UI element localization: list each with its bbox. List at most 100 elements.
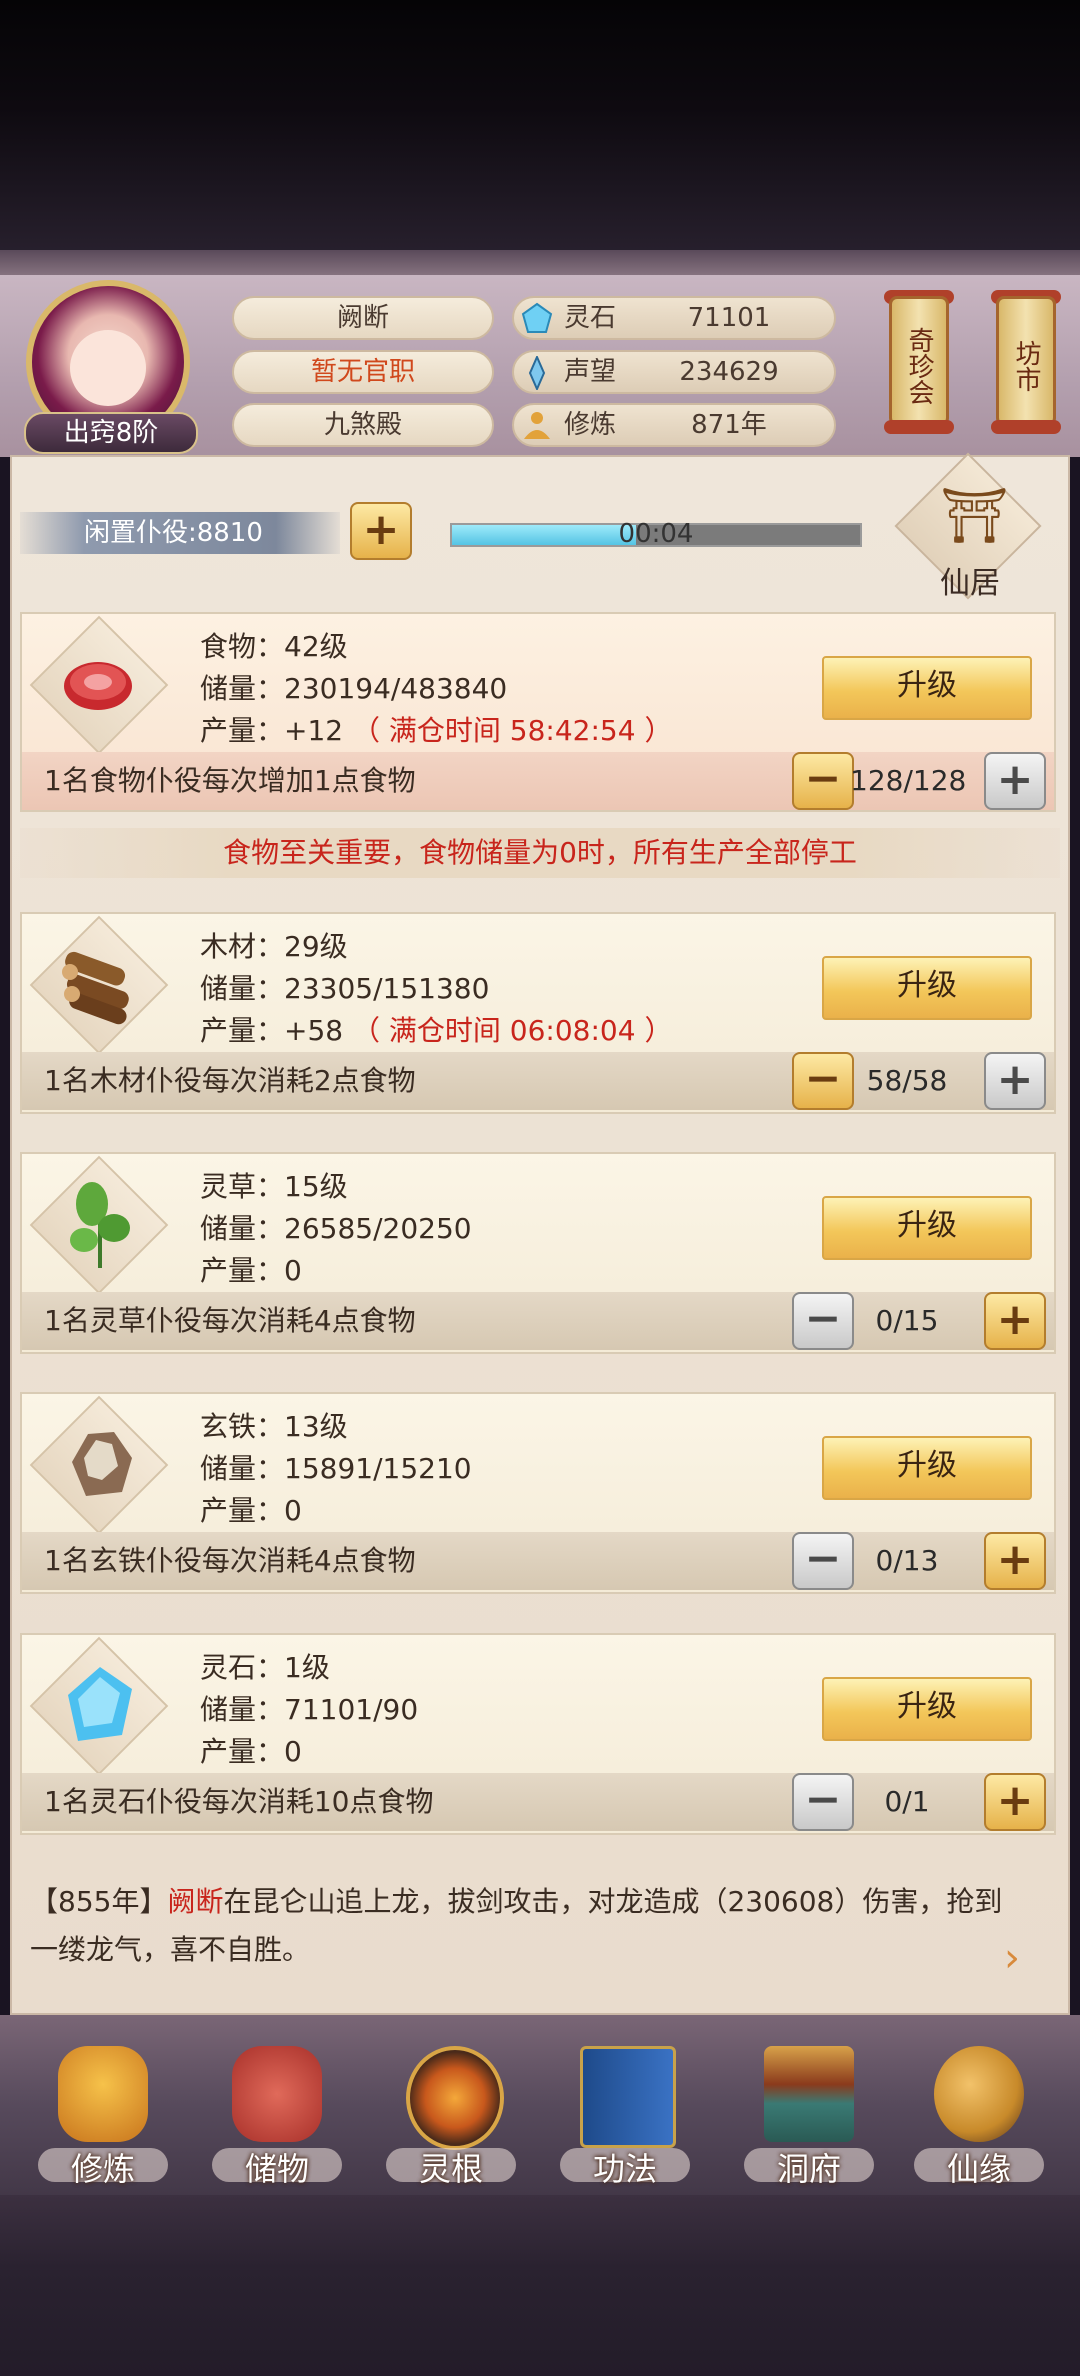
residence-label: 仙居 (940, 566, 1000, 601)
mansion-icon (764, 2046, 854, 2142)
player-office: 暂无官职 (232, 350, 494, 394)
prestige-icon (528, 356, 546, 390)
nav-label: 洞府 (776, 2150, 841, 2188)
resource-card-food: 食物：42级 储量：230194/483840 产量：+12 （ 满仓时间 58… (20, 612, 1056, 812)
cultivation-label: 修炼 (564, 410, 617, 440)
add-servant-button[interactable]: + (350, 502, 412, 560)
iron-increase-button[interactable]: + (984, 1532, 1046, 1590)
iron-output: 产量：0 (200, 1494, 302, 1527)
herb-decrease-button[interactable]: − (792, 1292, 854, 1350)
servant-row: 1名玄铁仆役每次消耗4点食物 − 0/13 + (22, 1532, 1054, 1590)
meditation-icon (524, 412, 550, 439)
event-log: 【855年】阙断在昆仑山追上龙，拔剑攻击，对龙造成（230608）伤害，抢到一缕… (30, 1878, 1030, 1974)
wood-servant-count: 58/58 (866, 1064, 948, 1097)
bottom-dark-area (0, 2195, 1080, 2376)
herb-storage: 储量：26585/20250 (200, 1212, 472, 1245)
servant-row: 1名木材仆役每次消耗2点食物 − 58/58 + (22, 1052, 1054, 1110)
nav-label: 储物 (244, 2150, 309, 2188)
avatar-face (70, 330, 146, 406)
resource-card-herb: 灵草：15级 储量：26585/20250 产量：0 升级 1名灵草仆役每次消耗… (20, 1152, 1056, 1354)
nav-storage[interactable]: 储物 (202, 2040, 352, 2190)
cultivation-value: 871年 (691, 410, 767, 440)
wood-storage: 储量：23305/151380 (200, 972, 490, 1005)
spirit-stone-value: 71101 (687, 303, 771, 333)
resource-card-spirit-stone: 灵石：1级 储量：71101/90 产量：0 升级 1名灵石仆役每次消耗10点食… (20, 1633, 1056, 1835)
pagoda-icon: ⛩ (940, 484, 1009, 547)
wood-increase-button[interactable]: + (984, 1052, 1046, 1110)
food-servant-desc: 1名食物仆役每次增加1点食物 (44, 764, 416, 797)
servant-row: 1名食物仆役每次增加1点食物 − 128/128 + (22, 752, 1054, 810)
stone-output: 产量：0 (200, 1735, 302, 1768)
upgrade-food-button[interactable]: 升级 (822, 656, 1032, 720)
herb-servant-count: 0/15 (875, 1304, 939, 1337)
servant-row: 1名灵石仆役每次消耗10点食物 − 0/1 + (22, 1773, 1054, 1831)
wood-servant-desc: 1名木材仆役每次消耗2点食物 (44, 1064, 416, 1097)
upgrade-herb-button[interactable]: 升级 (822, 1196, 1032, 1260)
player-name: 阙断 (232, 296, 494, 340)
nav-label: 功法 (592, 2150, 657, 2188)
spirit-stone-display: 灵石 71101 (512, 296, 836, 340)
nav-fate[interactable]: 仙缘 (904, 2040, 1054, 2190)
stone-level: 灵石：1级 (200, 1651, 330, 1684)
food-increase-button[interactable]: + (984, 752, 1046, 810)
spirit-stone-label: 灵石 (564, 303, 617, 333)
top-dark-area (0, 0, 1080, 270)
spirit-stone-icon (521, 302, 553, 333)
log-year: 【855年】 (30, 1885, 168, 1918)
upgrade-stone-button[interactable]: 升级 (822, 1677, 1032, 1741)
herb-leaf-icon (70, 1182, 130, 1268)
wood-level: 木材：29级 (200, 930, 348, 963)
food-warning: 食物至关重要，食物储量为0时，所有生产全部停工 (20, 828, 1060, 878)
gourd-icon (934, 2046, 1024, 2142)
book-icon (580, 2046, 676, 2148)
nav-label: 灵根 (418, 2150, 483, 2188)
stone-decrease-button[interactable]: − (792, 1773, 854, 1831)
stone-increase-button[interactable]: + (984, 1773, 1046, 1831)
wood-full-time: （ 满仓时间 06:08:04 ） (352, 1014, 673, 1047)
treasure-auction-button[interactable]: 奇珍会 (889, 296, 949, 426)
stone-servant-desc: 1名灵石仆役每次消耗10点食物 (44, 1785, 434, 1818)
prestige-value: 234629 (679, 357, 779, 387)
wood-decrease-button[interactable]: − (792, 1052, 854, 1110)
monk-icon (58, 2046, 148, 2142)
food-level: 食物：42级 (200, 630, 348, 663)
stone-servant-count: 0/1 (884, 1785, 930, 1818)
herb-servant-desc: 1名灵草仆役每次消耗4点食物 (44, 1304, 416, 1337)
nav-label: 仙缘 (946, 2150, 1011, 2188)
stone-storage: 储量：71101/90 (200, 1693, 419, 1726)
nav-label: 修炼 (70, 2150, 135, 2188)
swirl-icon (406, 2046, 504, 2150)
pouch-icon (232, 2046, 322, 2142)
iron-level: 玄铁：13级 (200, 1410, 348, 1443)
wood-logs-icon (62, 951, 129, 1025)
herb-output: 产量：0 (200, 1254, 302, 1287)
nav-cultivate[interactable]: 修炼 (28, 2040, 178, 2190)
iron-storage: 储量：15891/15210 (200, 1452, 472, 1485)
food-storage: 储量：230194/483840 (200, 672, 508, 705)
player-sect: 九煞殿 (232, 403, 494, 447)
iron-servant-count: 0/13 (875, 1544, 939, 1577)
market-button[interactable]: 坊市 (996, 296, 1056, 426)
nav-spirit-root[interactable]: 灵根 (376, 2040, 526, 2190)
upgrade-iron-button[interactable]: 升级 (822, 1436, 1032, 1500)
herb-increase-button[interactable]: + (984, 1292, 1046, 1350)
nav-cave-mansion[interactable]: 洞府 (734, 2040, 884, 2190)
log-player-name: 阙断 (167, 1885, 224, 1918)
upgrade-wood-button[interactable]: 升级 (822, 956, 1032, 1020)
servant-row: 1名灵草仆役每次消耗4点食物 − 0/15 + (22, 1292, 1054, 1350)
scroll-cap (884, 420, 954, 434)
iron-decrease-button[interactable]: − (792, 1532, 854, 1590)
food-decrease-button[interactable]: − (792, 752, 854, 810)
log-next-arrow-icon[interactable]: › (1004, 1938, 1044, 1978)
food-full-time: （ 满仓时间 58:42:54 ） (352, 714, 673, 747)
food-output: 产量：+12 (200, 714, 344, 747)
cultivation-display: 修炼 871年 (512, 403, 836, 447)
herb-level: 灵草：15级 (200, 1170, 348, 1203)
food-servant-count: 128/128 (850, 764, 967, 797)
resource-card-wood: 木材：29级 储量：23305/151380 产量：+58 （ 满仓时间 06:… (20, 912, 1056, 1114)
scroll-cap (991, 420, 1061, 434)
prestige-display: 声望 234629 (512, 350, 836, 394)
idle-servants-label: 闲置仆役:8810 (20, 512, 340, 554)
nav-techniques[interactable]: 功法 (550, 2040, 700, 2190)
spirit-stone-crystal-icon (68, 1667, 132, 1741)
